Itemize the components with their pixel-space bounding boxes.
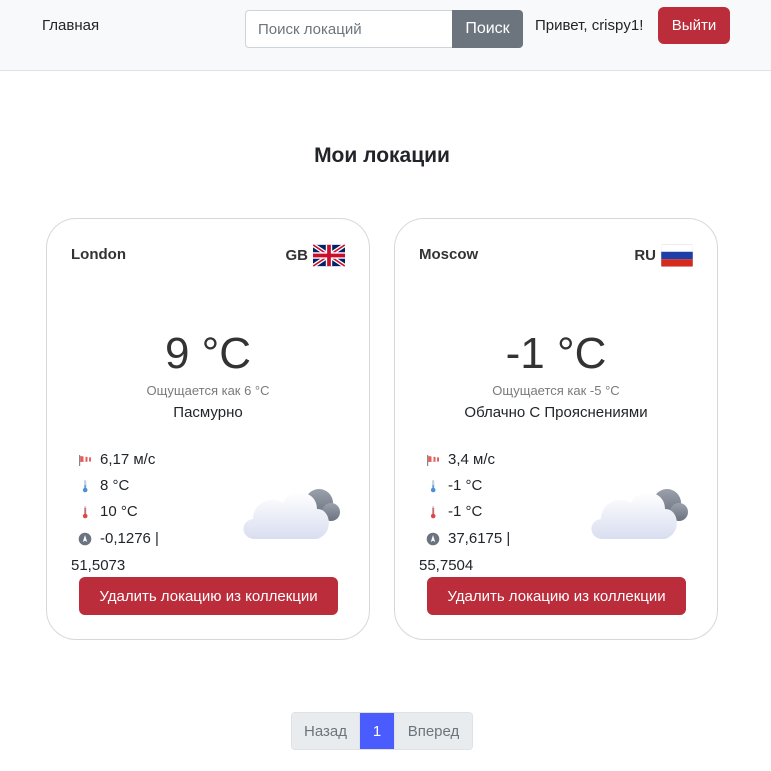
search-button[interactable]: Поиск (452, 10, 523, 48)
temp-max: 10 °C (100, 503, 138, 520)
coordinates-stat: 37,6175 | (419, 530, 510, 547)
location-card-moscow: Moscow RU -1 °C Ощущается как -5 °C Обла… (394, 218, 718, 640)
temp-max: -1 °C (448, 503, 483, 520)
temp-min-stat: 8 °C (71, 477, 129, 494)
windsock-icon (78, 453, 92, 467)
pagination-prev[interactable]: Назад (292, 713, 360, 749)
feels-like: Ощущается как 6 °C (146, 383, 270, 398)
temp-min: -1 °C (448, 477, 483, 494)
country-badge: RU (634, 244, 693, 267)
remove-location-button[interactable]: Удалить локацию из коллекции (427, 577, 686, 615)
temp-max-stat: 10 °C (71, 503, 138, 520)
pagination: Назад 1 Вперед (291, 712, 473, 750)
coordinates-line2: 51,5073 (71, 557, 126, 574)
nav-home-link[interactable]: Главная (42, 17, 99, 34)
wind-stat: 6,17 м/с (71, 451, 155, 468)
country-code: GB (285, 247, 309, 264)
thermometer-hot-icon (426, 505, 440, 519)
location-card-london: London GB 9 °C Ощущается как 6 °C Пасмур… (46, 218, 370, 640)
search-form: Поиск (245, 10, 523, 48)
cloudy-icon (591, 489, 688, 539)
thermometer-hot-icon (78, 505, 92, 519)
pagination-next[interactable]: Вперед (394, 713, 472, 749)
temp-min: 8 °C (100, 477, 130, 494)
cloudy-icon (243, 489, 340, 539)
wind-speed: 3,4 м/с (448, 451, 495, 468)
feels-like: Ощущается как -5 °C (492, 383, 620, 398)
coordinates-line2: 55,7504 (419, 557, 474, 574)
weather-description: Облачно С Прояснениями (464, 404, 648, 421)
remove-location-button[interactable]: Удалить локацию из коллекции (79, 577, 338, 615)
temperature: 9 °C (164, 329, 252, 378)
wind-stat: 3,4 м/с (419, 451, 495, 468)
temperature: -1 °C (505, 329, 607, 378)
country-badge: GB (285, 244, 345, 267)
logout-button[interactable]: Выйти (658, 7, 730, 44)
russia-flag-icon (661, 244, 693, 267)
page-title: Мои локации (314, 144, 450, 167)
compass-icon (78, 532, 92, 546)
coordinates-line1: 37,6175 | (448, 530, 511, 547)
search-input[interactable] (245, 10, 452, 48)
compass-icon (426, 532, 440, 546)
navbar: Главная Поиск Привет, crispy1! Выйти (0, 0, 771, 71)
windsock-icon (426, 453, 440, 467)
uk-flag-icon (313, 244, 345, 267)
wind-speed: 6,17 м/с (100, 451, 156, 468)
location-name: London (71, 246, 126, 263)
temp-min-stat: -1 °C (419, 477, 482, 494)
location-name: Moscow (419, 246, 479, 263)
thermometer-cold-icon (78, 479, 92, 493)
country-code: RU (634, 247, 656, 264)
coordinates-line1: -0,1276 | (100, 530, 159, 547)
weather-description: Пасмурно (173, 404, 243, 421)
coordinates-stat: -0,1276 | (71, 530, 159, 547)
temp-max-stat: -1 °C (419, 503, 482, 520)
user-greeting: Привет, crispy1! (535, 17, 644, 34)
pagination-page-1[interactable]: 1 (360, 713, 394, 749)
thermometer-cold-icon (426, 479, 440, 493)
